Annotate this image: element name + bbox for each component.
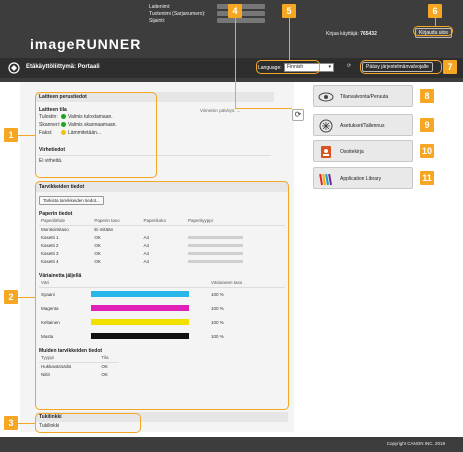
footer: Copyright CANON INC. 2019: [0, 437, 463, 452]
callout-6: 6: [428, 4, 442, 18]
chevron-down-icon: ▾: [328, 64, 331, 70]
menu-status-monitor[interactable]: Tilanvalvonta/Peruuta: [313, 85, 413, 107]
callout-7: 7: [443, 60, 457, 74]
brand-logo: imageRUNNER: [30, 36, 142, 52]
menu-address-book[interactable]: Osoitekirja: [313, 140, 413, 162]
callout-9: 9: [420, 118, 434, 132]
menu-settings[interactable]: Asetukset/Tallennus: [313, 114, 413, 136]
highlight-contact: [35, 413, 141, 433]
menu-application-library[interactable]: Application Library: [313, 167, 413, 189]
product-name: Tuotenimi (Sarjanumero):: [149, 11, 265, 17]
portal-icon: [8, 62, 20, 74]
copyright: Copyright CANON INC. 2019: [386, 441, 445, 446]
eye-icon: [318, 92, 334, 102]
callout-4: 4: [228, 4, 242, 18]
location: Sijainti:: [149, 18, 265, 24]
highlight-supplies: [35, 181, 289, 410]
callout-2: 2: [4, 290, 18, 304]
highlight-admin: [360, 60, 442, 74]
highlight-basic: [35, 92, 157, 178]
callout-5: 5: [282, 4, 296, 18]
highlight-logout: [413, 26, 453, 36]
refresh-button[interactable]: ⟳: [292, 109, 304, 121]
highlight-language: [256, 60, 320, 74]
device-name: Laitenimi:: [149, 4, 265, 10]
application-library-icon: [319, 173, 333, 186]
callout-3: 3: [4, 416, 18, 430]
settings-icon: [319, 119, 333, 133]
callout-10: 10: [420, 144, 434, 158]
callout-11: 11: [420, 171, 434, 185]
callout-8: 8: [420, 89, 434, 103]
portal-title: Etäkäyttöliittymä: Portaali: [26, 64, 100, 70]
login-user: Kirjaa käyttäjä: 765432: [326, 31, 377, 37]
help-icon: ⟳: [347, 63, 352, 69]
callout-1: 1: [4, 128, 18, 142]
address-book-icon: [321, 146, 331, 158]
